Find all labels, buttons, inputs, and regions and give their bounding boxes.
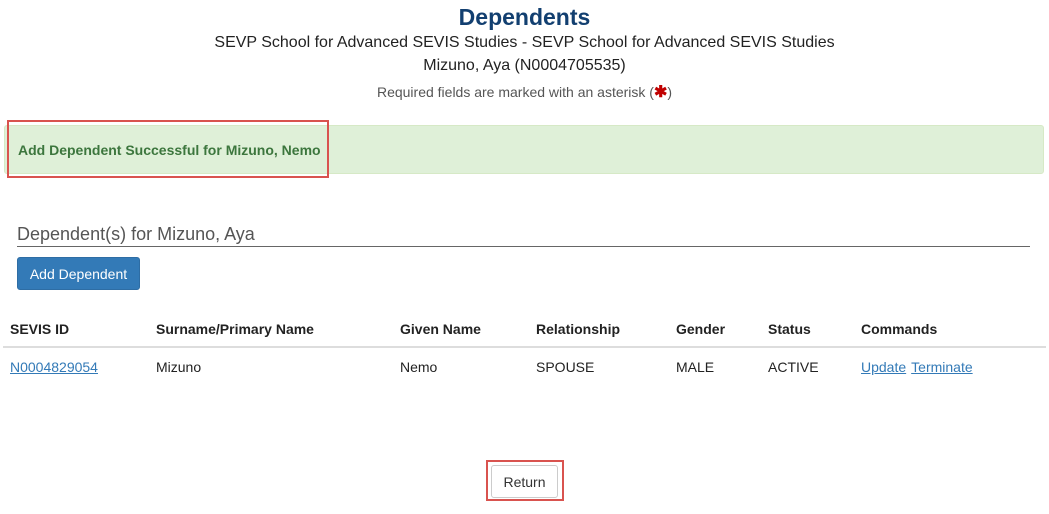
return-highlight-box — [486, 460, 564, 501]
cell-gender: MALE — [676, 359, 715, 375]
dependents-table: SEVIS ID Surname/Primary Name Given Name… — [3, 312, 1046, 386]
sevis-id-link[interactable]: N0004829054 — [10, 359, 98, 375]
column-header-surname: Surname/Primary Name — [149, 312, 393, 348]
terminate-link[interactable]: Terminate — [911, 359, 972, 375]
column-header-gender: Gender — [669, 312, 761, 348]
update-link[interactable]: Update — [861, 359, 906, 375]
add-dependent-button[interactable]: Add Dependent — [17, 257, 140, 290]
required-fields-note: Required fields are marked with an aster… — [0, 82, 1049, 102]
alert-highlight-box — [7, 120, 329, 178]
required-note-close: ) — [667, 84, 673, 100]
column-header-given-name: Given Name — [393, 312, 529, 348]
cell-status: ACTIVE — [768, 359, 819, 375]
column-header-sevis-id: SEVIS ID — [3, 312, 149, 348]
school-name: SEVP School for Advanced SEVIS Studies -… — [214, 34, 835, 51]
column-header-relationship: Relationship — [529, 312, 669, 348]
cell-relationship: SPOUSE — [536, 359, 595, 375]
column-header-commands: Commands — [854, 312, 1046, 348]
page-title: Dependents — [458, 4, 591, 30]
table-row: N0004829054 Mizuno Nemo SPOUSE MALE ACTI… — [3, 347, 1046, 386]
column-header-status: Status — [761, 312, 854, 348]
cell-given-name: Nemo — [400, 359, 438, 375]
required-note-text: Required fields are marked with an aster… — [376, 84, 654, 100]
student-name: Mizuno, Aya (N0004705535) — [423, 57, 626, 74]
dependents-page: Dependents SEVP School for Advanced SEVI… — [0, 0, 1049, 514]
cell-surname: Mizuno — [156, 359, 202, 375]
cell-sevis-id: N0004829054 — [3, 347, 149, 386]
dependents-section-title: Dependent(s) for Mizuno, Aya — [17, 224, 1030, 247]
asterisk-icon: ✱ — [653, 84, 668, 101]
table-header-row: SEVIS ID Surname/Primary Name Given Name… — [3, 312, 1046, 348]
cell-commands: Update Terminate — [854, 347, 1046, 386]
